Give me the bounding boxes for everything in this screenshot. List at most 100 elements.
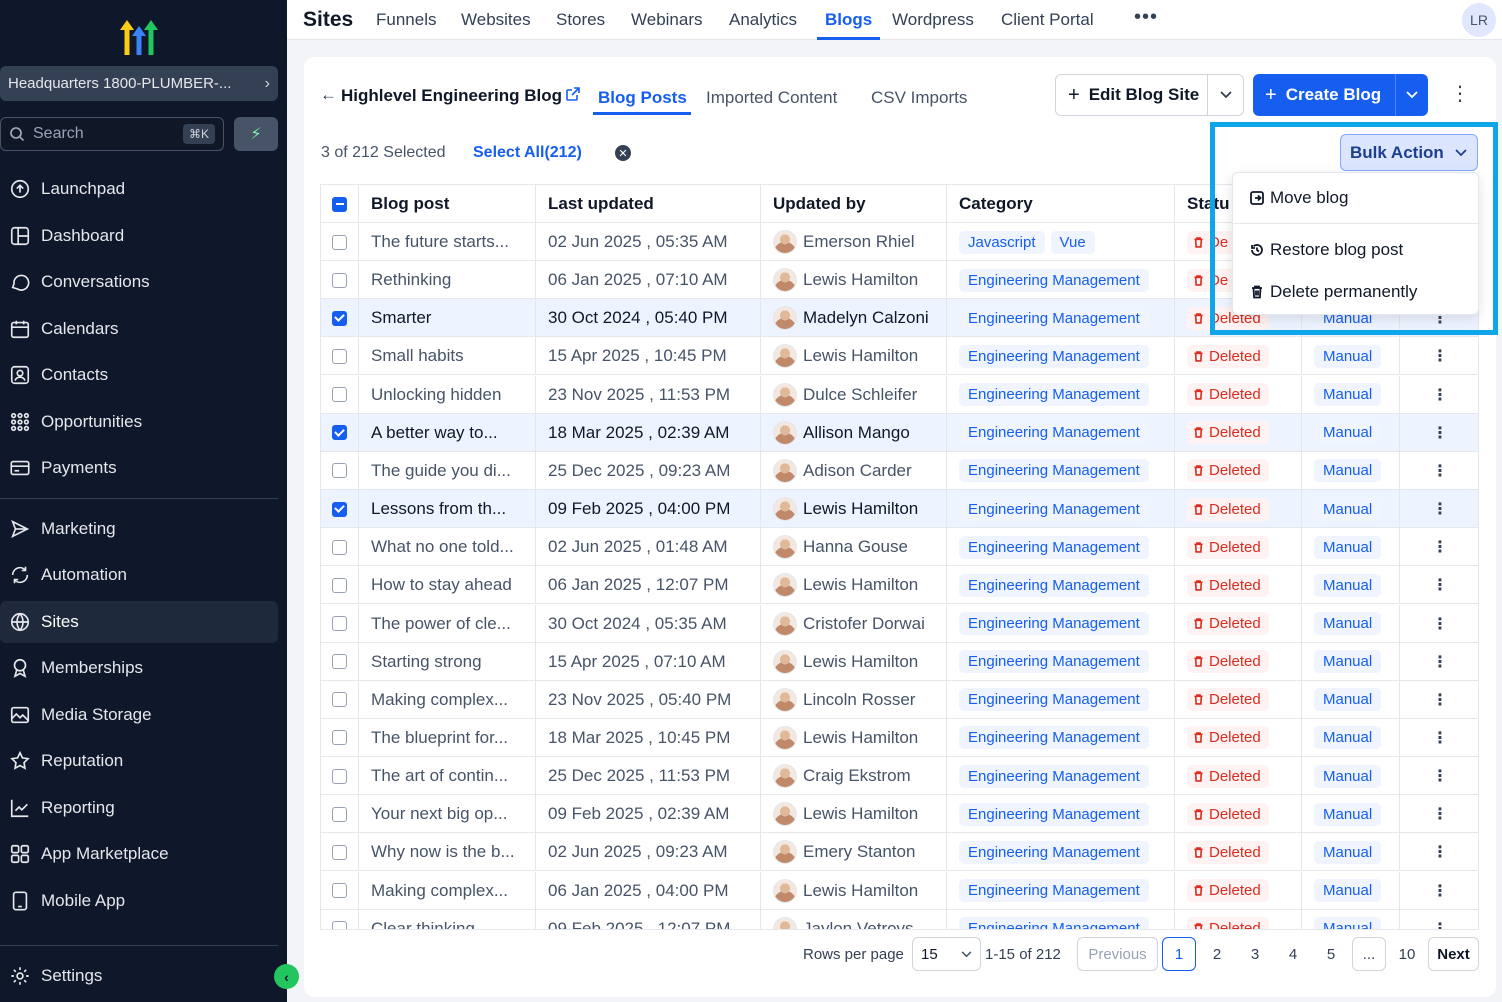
sidebar-item-contacts[interactable]: Contacts — [0, 354, 278, 396]
tab-stores[interactable]: Stores — [556, 10, 605, 30]
row-checkbox-cell[interactable] — [321, 566, 359, 605]
blog-post-title[interactable]: The guide you di... — [359, 451, 536, 490]
more-vertical-icon[interactable]: ⋮ — [1432, 537, 1448, 557]
more-vertical-icon[interactable]: ⋮ — [1432, 690, 1448, 710]
blog-post-title[interactable]: Rethinking — [359, 261, 536, 300]
menu-item-restore-blog-post[interactable]: Restore blog post — [1233, 237, 1480, 263]
sidebar-item-mobile-app[interactable]: Mobile App — [0, 880, 278, 922]
sidebar-item-automation[interactable]: Automation — [0, 554, 278, 596]
row-checkbox[interactable] — [332, 501, 347, 517]
previous-page-button[interactable]: Previous — [1077, 937, 1158, 971]
sidebar-item-launchpad[interactable]: Launchpad — [0, 168, 278, 210]
table-row[interactable]: Your next big op... 09 Feb 2025 , 02:39 A… — [321, 795, 1478, 834]
collapse-sidebar-button[interactable]: ‹ — [274, 964, 299, 989]
more-vertical-icon[interactable]: ⋮ — [1432, 766, 1448, 786]
row-actions[interactable]: ⋮ — [1400, 376, 1478, 414]
sidebar-item-media-storage[interactable]: Media Storage — [0, 694, 278, 736]
row-checkbox[interactable] — [332, 768, 347, 784]
column-header[interactable]: Last updated — [536, 185, 761, 223]
blog-post-title[interactable]: The art of contin... — [359, 757, 536, 796]
row-checkbox-cell[interactable] — [321, 833, 359, 872]
row-actions[interactable]: ⋮ — [1400, 337, 1478, 375]
row-checkbox-cell[interactable] — [321, 413, 359, 452]
row-checkbox-cell[interactable] — [321, 375, 359, 414]
edit-blog-site-dropdown[interactable] — [1207, 74, 1244, 116]
table-row[interactable]: Unlocking hidden 23 Nov 2025 , 11:53 PM Du… — [321, 375, 1478, 414]
row-actions[interactable]: ⋮ — [1400, 528, 1478, 566]
column-header[interactable]: Category — [947, 185, 1175, 223]
blog-post-title[interactable]: How to stay ahead — [359, 566, 536, 605]
subtab-csv-imports[interactable]: CSV Imports — [871, 88, 967, 108]
blog-post-title[interactable]: Making complex... — [359, 871, 536, 910]
page-button[interactable]: 4 — [1283, 946, 1303, 963]
menu-item-move-blog[interactable]: Move blog — [1233, 185, 1480, 211]
back-arrow-icon[interactable]: ← — [320, 85, 337, 105]
table-row[interactable]: Why now is the b... 02 Jun 2025 , 09:23 A… — [321, 833, 1478, 872]
tab-blogs[interactable]: Blogs — [825, 10, 872, 30]
blog-post-title[interactable]: What no one told... — [359, 528, 536, 567]
more-vertical-icon[interactable]: ⋮ — [1432, 652, 1448, 672]
sidebar-item-app-marketplace[interactable]: App Marketplace — [0, 833, 278, 875]
row-checkbox-cell[interactable] — [321, 337, 359, 376]
blog-post-title[interactable]: Your next big op... — [359, 795, 536, 834]
more-vertical-icon[interactable]: ⋮ — [1432, 346, 1448, 366]
checkbox-indeterminate[interactable] — [332, 196, 347, 212]
clear-selection-icon[interactable]: ✕ — [615, 145, 631, 161]
sidebar-item-calendars[interactable]: Calendars — [0, 308, 278, 350]
row-checkbox-cell[interactable] — [321, 680, 359, 719]
blog-title[interactable]: Highlevel Engineering Blog — [341, 86, 562, 106]
create-blog-button[interactable]: + Create Blog — [1253, 74, 1396, 116]
more-vertical-icon[interactable]: ⋮ — [1432, 842, 1448, 862]
row-checkbox[interactable] — [332, 654, 347, 670]
more-vertical-icon[interactable]: ⋮ — [1450, 81, 1470, 106]
more-horizontal-icon[interactable]: ••• — [1134, 6, 1158, 29]
sidebar-item-opportunities[interactable]: Opportunities — [0, 401, 278, 443]
page-button[interactable]: 10 — [1397, 946, 1417, 963]
more-vertical-icon[interactable]: ⋮ — [1432, 461, 1448, 481]
rows-per-page-select[interactable]: 15 — [912, 937, 981, 971]
blog-post-title[interactable]: The future starts... — [359, 223, 536, 261]
table-row[interactable]: Clear thinking 09 Feb 2025 , 12:07 PM Jayl… — [321, 909, 1478, 929]
row-actions[interactable]: ⋮ — [1400, 605, 1478, 643]
sidebar-item-conversations[interactable]: Conversations — [0, 261, 278, 303]
more-vertical-icon[interactable]: ⋮ — [1432, 919, 1448, 929]
row-actions[interactable]: ⋮ — [1400, 795, 1478, 833]
row-checkbox[interactable] — [332, 692, 347, 708]
blog-post-title[interactable]: The blueprint for... — [359, 718, 536, 757]
row-checkbox[interactable] — [332, 310, 347, 326]
tab-analytics[interactable]: Analytics — [729, 10, 797, 30]
blog-post-title[interactable]: Unlocking hidden — [359, 375, 536, 414]
row-checkbox-cell[interactable] — [321, 261, 359, 300]
table-row[interactable]: The power of cle... 30 Oct 2024 , 05:35 A… — [321, 604, 1478, 643]
blog-post-title[interactable]: Making complex... — [359, 680, 536, 719]
location-switcher[interactable]: Headquarters 1800-PLUMBER-... › — [0, 66, 278, 101]
tab-client-portal[interactable]: Client Portal — [1001, 10, 1094, 30]
user-avatar[interactable]: LR — [1462, 3, 1496, 37]
row-checkbox-cell[interactable] — [321, 528, 359, 567]
row-checkbox[interactable] — [332, 539, 347, 555]
row-checkbox-cell[interactable] — [321, 451, 359, 490]
row-checkbox-cell[interactable] — [321, 223, 359, 261]
row-checkbox-cell[interactable] — [321, 909, 359, 929]
row-actions[interactable]: ⋮ — [1400, 414, 1478, 452]
blog-post-title[interactable]: Smarter — [359, 299, 536, 338]
sidebar-item-dashboard[interactable]: Dashboard — [0, 215, 278, 257]
row-checkbox[interactable] — [332, 806, 347, 822]
row-checkbox-cell[interactable] — [321, 299, 359, 338]
row-checkbox[interactable] — [332, 844, 347, 860]
sidebar-item-reporting[interactable]: Reporting — [0, 787, 278, 829]
more-vertical-icon[interactable]: ⋮ — [1432, 385, 1448, 405]
menu-item-delete-permanently[interactable]: Delete permanently — [1233, 279, 1480, 305]
sidebar-item-marketing[interactable]: Marketing — [0, 508, 278, 550]
row-actions[interactable]: ⋮ — [1400, 833, 1478, 871]
table-row[interactable]: The blueprint for... 18 Mar 2025 , 10:45 … — [321, 718, 1478, 757]
row-checkbox[interactable] — [332, 463, 347, 479]
column-header[interactable]: Blog post — [359, 185, 536, 223]
next-page-button[interactable]: Next — [1428, 937, 1479, 971]
bulk-action-button[interactable]: Bulk Action — [1340, 134, 1478, 171]
sidebar-item-reputation[interactable]: Reputation — [0, 740, 278, 782]
subtab-imported-content[interactable]: Imported Content — [706, 88, 837, 108]
sidebar-item-sites[interactable]: Sites — [0, 601, 278, 643]
row-checkbox-cell[interactable] — [321, 642, 359, 681]
page-button[interactable]: 5 — [1321, 946, 1341, 963]
